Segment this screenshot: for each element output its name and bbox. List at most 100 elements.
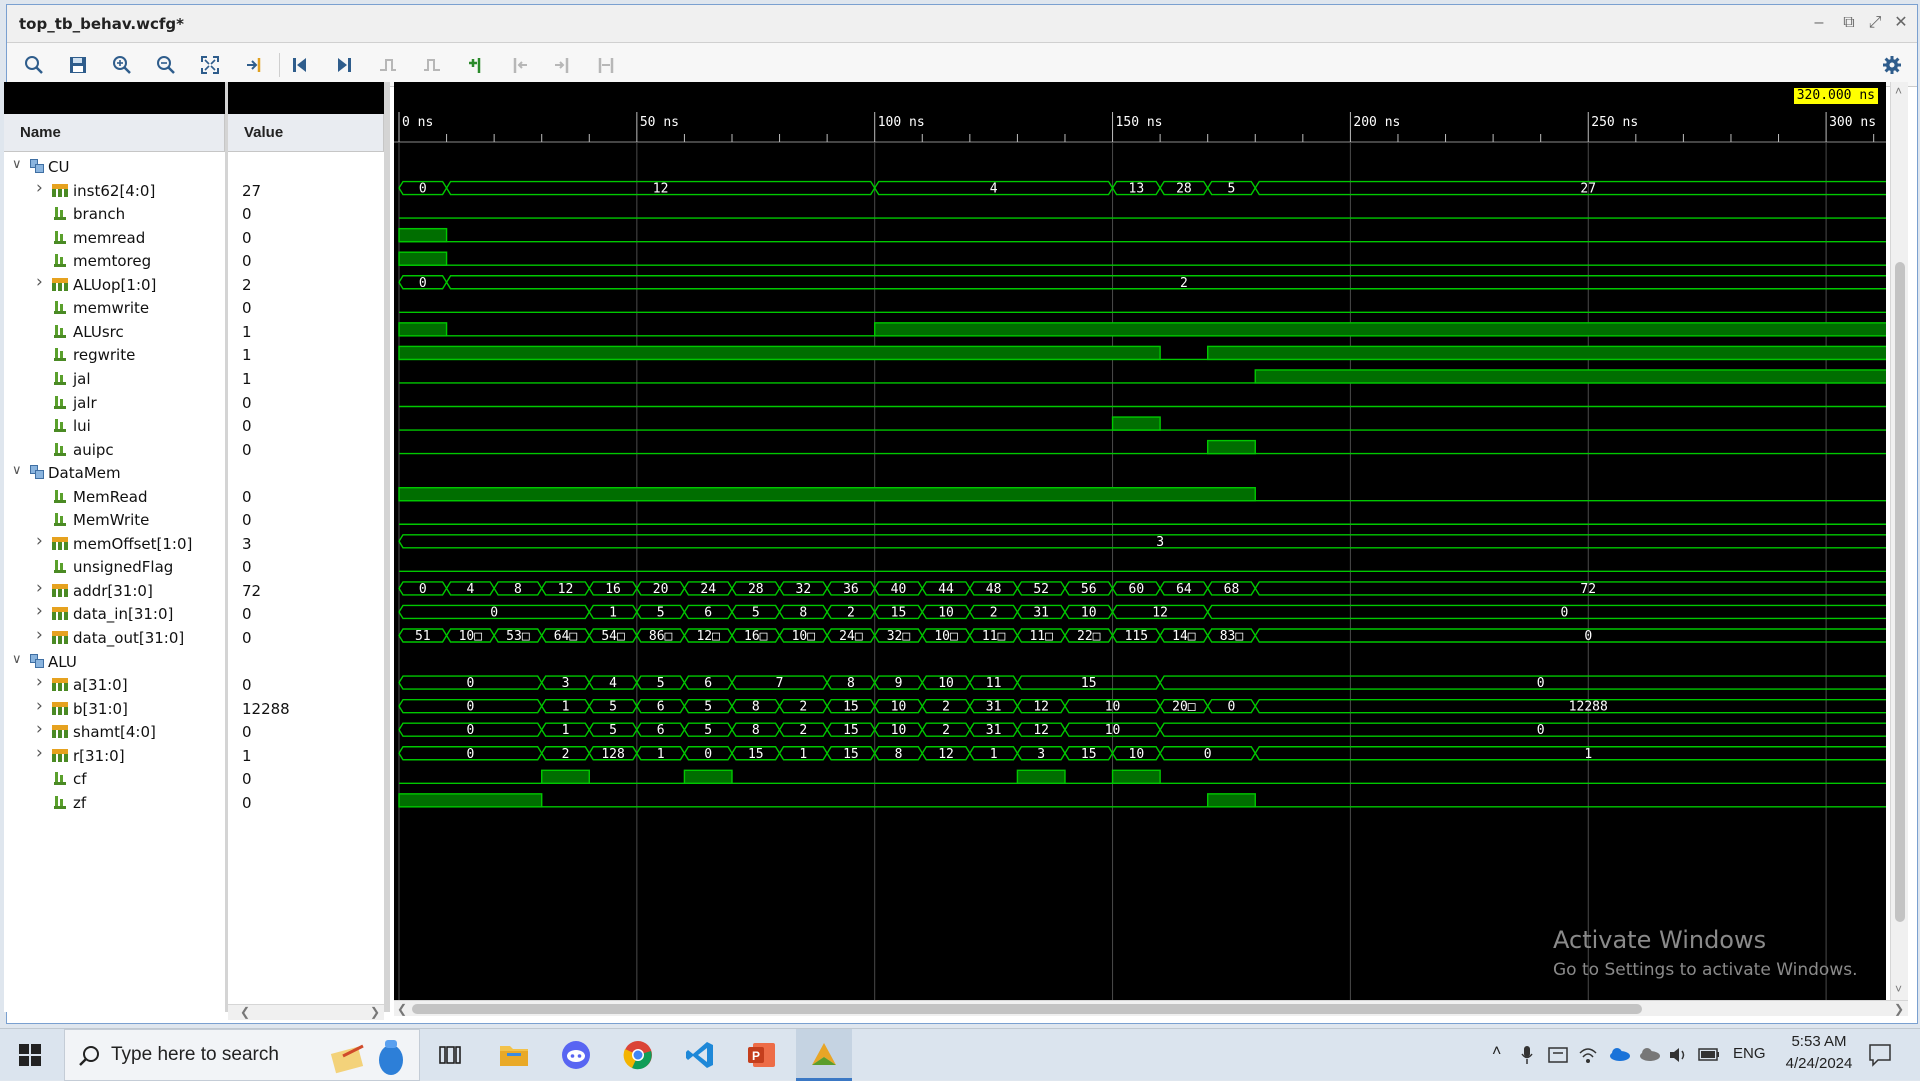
bus-value-label: 20□ xyxy=(1172,700,1196,715)
bus-value-label: 4 xyxy=(466,582,474,597)
collapse-chevron-icon[interactable]: ∨ xyxy=(12,463,22,478)
language-indicator[interactable]: ENG xyxy=(1733,1045,1766,1062)
column-splitter[interactable] xyxy=(225,82,228,1012)
tray-overflow-icon[interactable]: ˄ xyxy=(1492,1043,1501,1061)
signal-value: 1 xyxy=(242,369,252,388)
close-icon[interactable]: ✕ xyxy=(1889,11,1913,35)
bus-segment-memoffset-1-0 xyxy=(398,534,1886,549)
expand-chevron-icon[interactable]: › xyxy=(36,531,43,551)
next-transition-icon[interactable] xyxy=(417,51,447,79)
battery-icon[interactable] xyxy=(1698,1048,1720,1061)
pane-splitter[interactable] xyxy=(384,82,390,1012)
chrome-icon[interactable] xyxy=(612,1029,664,1081)
bus-value-label: 0 xyxy=(419,182,427,197)
save-icon[interactable] xyxy=(63,51,93,79)
bus-value-label: 27 xyxy=(1580,182,1596,197)
prev-marker-icon[interactable] xyxy=(505,51,535,79)
signal-value: 2 xyxy=(242,275,252,294)
expand-chevron-icon[interactable]: › xyxy=(36,272,43,292)
expand-chevron-icon[interactable]: › xyxy=(36,672,43,692)
bus-value-label: 5 xyxy=(1228,182,1236,197)
bus-value-label: 8 xyxy=(847,676,855,691)
expand-chevron-icon[interactable]: › xyxy=(36,625,43,645)
clock-date[interactable]: 4/24/2024 xyxy=(1776,1055,1862,1072)
waveform-canvas[interactable]: 0 ns 50 ns 100 ns 150 ns 200 ns 250 ns 300 ns 0… xyxy=(394,82,1886,1000)
network-device-icon[interactable] xyxy=(1548,1046,1568,1064)
scroll-down-icon[interactable]: ˅ xyxy=(1895,982,1902,996)
hscroll-thumb[interactable] xyxy=(412,1004,1642,1014)
microphone-icon[interactable] xyxy=(1520,1045,1534,1065)
add-marker-icon[interactable] xyxy=(461,51,491,79)
goto-end-icon[interactable] xyxy=(329,51,359,79)
zoom-out-icon[interactable] xyxy=(151,51,181,79)
zoom-fit-icon[interactable] xyxy=(195,51,225,79)
bit-signal-icon xyxy=(54,301,67,315)
bus-signal-icon xyxy=(52,583,68,597)
task-view-icon[interactable] xyxy=(426,1029,474,1081)
value-hscrollbar[interactable]: ❮ ❯ xyxy=(228,1004,384,1020)
signal-row-zf[interactable]: zf xyxy=(4,789,225,818)
name-column-header[interactable]: Name xyxy=(4,114,225,152)
scroll-right-icon[interactable]: ❯ xyxy=(1894,1002,1904,1016)
scroll-left-icon[interactable]: ❮ xyxy=(240,1005,250,1019)
scroll-left-icon[interactable]: ❮ xyxy=(397,1002,407,1016)
onedrive-icon[interactable] xyxy=(1608,1047,1630,1061)
toolbar xyxy=(7,43,1917,87)
vscroll-thumb[interactable] xyxy=(1895,262,1905,922)
expand-chevron-icon[interactable]: › xyxy=(36,578,43,598)
volume-icon[interactable] xyxy=(1668,1045,1688,1065)
waveform-vscrollbar[interactable]: ˄ ˅ xyxy=(1890,82,1908,1000)
bus-value-label: 5 xyxy=(704,700,712,715)
bus-signal-icon xyxy=(52,607,68,621)
search-icon[interactable] xyxy=(19,51,49,79)
wifi-icon[interactable] xyxy=(1578,1045,1598,1065)
taskbar-search-box[interactable]: Type here to search xyxy=(64,1029,420,1081)
scope-icon xyxy=(30,159,44,173)
bus-value-label: 31 xyxy=(1033,605,1049,620)
wave-high-cf xyxy=(683,769,733,784)
expand-chevron-icon[interactable]: › xyxy=(36,178,43,198)
next-marker-icon[interactable] xyxy=(547,51,577,79)
clock-time[interactable]: 5:53 AM xyxy=(1784,1033,1854,1050)
scroll-up-icon[interactable]: ˄ xyxy=(1895,84,1902,98)
notification-icon[interactable] xyxy=(1868,1043,1892,1067)
discord-icon[interactable] xyxy=(550,1029,602,1081)
minimize-icon[interactable]: – xyxy=(1807,11,1831,35)
value-row-zf[interactable]: 0 xyxy=(228,789,384,818)
file-explorer-icon[interactable] xyxy=(488,1029,540,1081)
expand-chevron-icon[interactable]: › xyxy=(36,601,43,621)
swap-cursors-icon[interactable] xyxy=(591,51,621,79)
goto-cursor-icon[interactable] xyxy=(239,51,269,79)
powerpoint-icon[interactable]: P xyxy=(736,1029,788,1081)
expand-chevron-icon[interactable]: › xyxy=(36,696,43,716)
prev-transition-icon[interactable] xyxy=(373,51,403,79)
signal-value: 1 xyxy=(242,346,252,365)
waveform-hscrollbar[interactable]: ❮ ❯ xyxy=(394,1000,1908,1016)
value-column-header[interactable]: Value xyxy=(228,114,384,152)
start-button[interactable] xyxy=(0,1029,60,1081)
bus-value-label: 15 xyxy=(843,747,859,762)
bus-value-label: 31 xyxy=(986,723,1002,738)
collapse-chevron-icon[interactable]: ∨ xyxy=(12,157,22,172)
vscode-icon[interactable] xyxy=(674,1029,726,1081)
bus-value-label: 8 xyxy=(752,723,760,738)
bus-value-label: 12 xyxy=(1152,605,1168,620)
zoom-in-icon[interactable] xyxy=(107,51,137,79)
gear-icon[interactable] xyxy=(1877,51,1907,79)
bus-segment-a-31-0 xyxy=(1159,675,1886,690)
cloud-icon[interactable] xyxy=(1638,1047,1660,1061)
bus-signal-icon xyxy=(52,183,68,197)
expand-chevron-icon[interactable]: › xyxy=(36,743,43,763)
bus-value-label: 1 xyxy=(562,700,570,715)
bus-value-label: 32□ xyxy=(887,629,911,644)
bus-value-label: 15 xyxy=(1081,676,1097,691)
restore-icon[interactable]: ⧉ xyxy=(1837,11,1861,35)
scroll-right-icon[interactable]: ❯ xyxy=(370,1005,380,1019)
maximize-icon[interactable]: ⤢ xyxy=(1863,11,1887,35)
bus-value-label: 5 xyxy=(752,605,760,620)
vivado-icon[interactable] xyxy=(796,1029,852,1081)
goto-start-icon[interactable] xyxy=(285,51,315,79)
bus-value-label: 16□ xyxy=(744,629,768,644)
collapse-chevron-icon[interactable]: ∨ xyxy=(12,652,22,667)
expand-chevron-icon[interactable]: › xyxy=(36,719,43,739)
